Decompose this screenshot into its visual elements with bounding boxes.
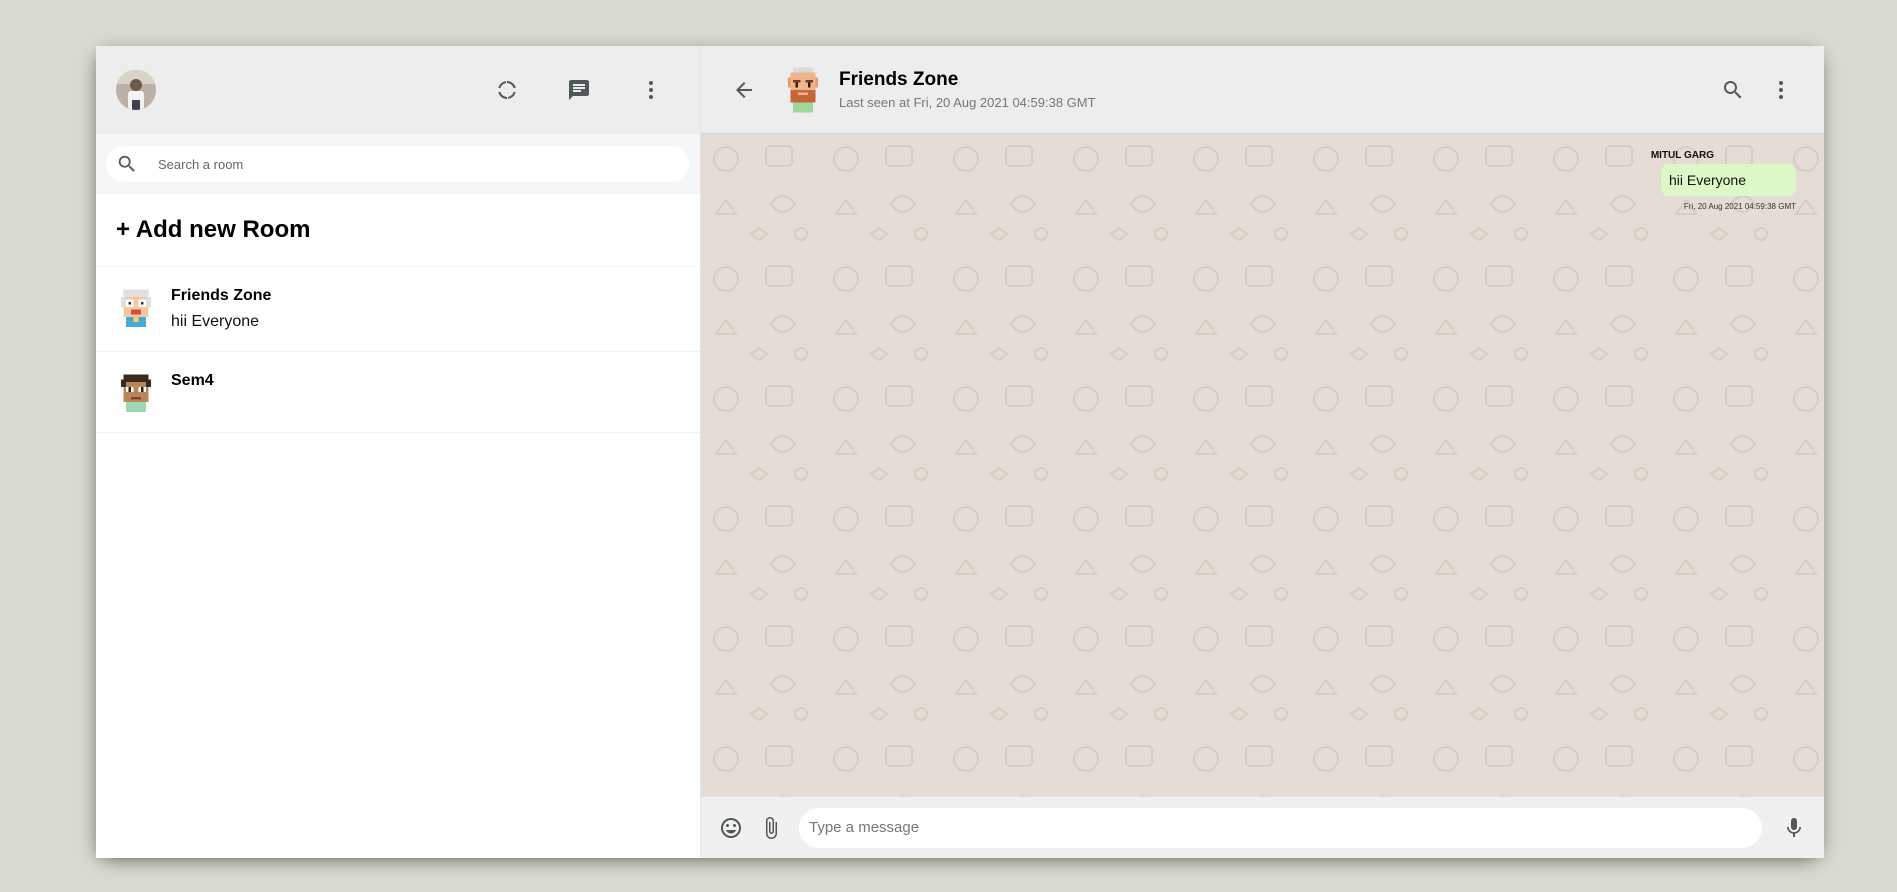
message: Mitul Garg hii Everyone Fri, 20 Aug 2021… [729,150,1796,211]
room-item-friends-zone[interactable]: Friends Zone hii Everyone [96,267,700,352]
back-arrow-icon [736,81,752,98]
room-name: Friends Zone [171,287,272,304]
attach-icon [766,816,777,839]
chat-room-name: Friends Zone [839,69,959,90]
message-sender: Mitul Garg [1650,150,1714,161]
search-container [96,134,700,194]
emoji-icon [721,817,741,838]
message-input[interactable] [799,807,1762,848]
search-icon [118,155,135,172]
sidebar-menu-button[interactable] [628,67,674,113]
emoji-button[interactable] [711,808,751,848]
new-chat-button[interactable] [556,67,602,113]
last-seen-text: Last seen at Fri, 20 Aug 2021 04:59:38 G… [839,95,1096,110]
room-avatar-icon[interactable] [783,67,823,113]
message-bubble[interactable]: hii Everyone [1660,164,1796,196]
chat-menu-button[interactable] [1758,67,1804,113]
room-item-sem4[interactable]: Sem4 [96,352,700,433]
status-button[interactable] [484,67,530,113]
chat-footer [701,796,1824,858]
chat-background-pattern [701,134,1824,796]
message-timestamp: Fri, 20 Aug 2021 04:59:38 GMT [1683,202,1796,211]
chat-header-actions [1710,67,1804,113]
room-name: Sem4 [171,372,214,389]
chat-header: Friends Zone Last seen at Fri, 20 Aug 20… [701,46,1824,134]
more-vertical-icon [1779,80,1783,99]
search-icon [1724,80,1742,98]
sidebar-header-actions [484,67,674,113]
search-input[interactable] [158,156,680,172]
more-vertical-icon [649,81,653,99]
pixel-avatar-old-man-icon [121,289,151,327]
pixel-avatar-boy-icon [121,374,151,412]
search-box [106,146,690,182]
room-last-message: hii Everyone [171,313,260,330]
sidebar: + Add new Room Friends Zone hii Everyone [96,46,701,858]
chat-panel: Friends Zone Last seen at Fri, 20 Aug 20… [701,46,1824,858]
attach-button[interactable] [751,808,791,848]
back-button[interactable] [721,67,767,113]
add-room-button[interactable]: + Add new Room [96,194,700,267]
room-info: Friends Zone hii Everyone [171,287,271,331]
chat-icon [569,80,589,100]
chat-body[interactable]: Mitul Garg hii Everyone Fri, 20 Aug 2021… [701,134,1824,796]
sidebar-header [96,46,700,134]
status-icon [498,81,516,99]
room-info: Sem4 [171,372,214,398]
chat-header-info: Friends Zone Last seen at Fri, 20 Aug 20… [839,69,1710,110]
app-window: + Add new Room Friends Zone hii Everyone [96,46,1824,858]
chat-search-button[interactable] [1710,67,1756,113]
mic-button[interactable] [1774,808,1814,848]
mic-icon [1787,817,1801,837]
user-photo-avatar-icon [116,70,156,110]
user-avatar[interactable] [116,70,156,110]
